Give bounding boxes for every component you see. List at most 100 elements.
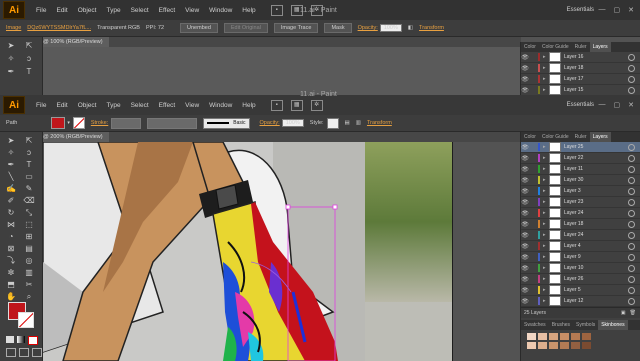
mesh-tool-icon[interactable]: ⊠ <box>4 244 18 253</box>
gradient-mode-icon[interactable] <box>17 336 25 343</box>
minimize-icon[interactable]: — <box>599 101 606 109</box>
swatch[interactable] <box>582 333 591 340</box>
layer-row[interactable]: 👁 ▸ Layer 5 <box>521 285 640 296</box>
layer-name[interactable]: Layer 18 <box>564 221 583 227</box>
lasso-icon[interactable]: ↄ <box>22 54 36 63</box>
menu-file[interactable]: File <box>31 7 51 14</box>
menu-view[interactable]: View <box>180 7 204 14</box>
pencil-tool-icon[interactable]: ✎ <box>22 184 36 193</box>
layer-row[interactable]: 👁 ▸ Layer 12 <box>521 296 640 307</box>
visibility-eye-icon[interactable]: 👁 <box>521 210 529 217</box>
layer-row[interactable]: 👁 ▸ Layer 10 <box>521 263 640 274</box>
menu-help[interactable]: Help <box>237 102 260 109</box>
pen-tool-icon[interactable]: ✒ <box>4 67 18 76</box>
tab-color-guide[interactable]: Color Guide <box>539 132 572 142</box>
layer-name[interactable]: Layer 30 <box>564 177 583 183</box>
lasso-icon[interactable]: ↄ <box>22 148 36 157</box>
scale-tool-icon[interactable]: ⤡ <box>22 208 36 217</box>
layer-name[interactable]: Layer 15 <box>564 87 583 93</box>
swatch[interactable] <box>527 333 536 340</box>
align-icon[interactable]: ▥ <box>356 120 361 126</box>
fill-dropdown-icon[interactable]: ▾ <box>67 120 70 126</box>
hand-tool-icon[interactable]: ✋ <box>4 292 18 301</box>
menu-select[interactable]: Select <box>126 7 154 14</box>
layer-row[interactable]: 👁 ▸ Layer 17 <box>521 74 640 85</box>
ctrl-filename[interactable]: DQz6WYTSSMDlrYa7fL... <box>27 25 91 31</box>
eyedropper-tool-icon[interactable]: ⤵ <box>4 256 18 265</box>
visibility-eye-icon[interactable]: 👁 <box>521 276 529 283</box>
visibility-eye-icon[interactable]: 👁 <box>521 54 529 61</box>
zoom-tool-icon[interactable]: ⌕ <box>22 292 36 301</box>
menu-edit[interactable]: Edit <box>51 7 72 14</box>
tab-color[interactable]: Color <box>521 42 539 52</box>
visibility-eye-icon[interactable]: 👁 <box>521 65 529 72</box>
target-circle-icon[interactable] <box>628 143 635 151</box>
target-circle-icon[interactable] <box>628 297 635 305</box>
layer-name[interactable]: Layer 11 <box>564 166 583 172</box>
opacity-field[interactable]: 100% <box>379 24 402 32</box>
fill-swatch[interactable] <box>51 117 66 129</box>
layer-name[interactable]: Layer 12 <box>564 298 583 304</box>
none-mode-icon[interactable] <box>28 336 38 345</box>
target-circle-icon[interactable] <box>628 286 635 294</box>
variable-width-field[interactable] <box>147 117 198 129</box>
image-trace-button[interactable]: Image Trace <box>273 23 319 33</box>
edit-original-button[interactable]: Edit Original <box>223 23 268 33</box>
artboard-tool-icon[interactable]: ⬒ <box>4 280 18 289</box>
swatch[interactable] <box>549 342 558 349</box>
layer-name[interactable]: Layer 5 <box>564 287 581 293</box>
target-circle-icon[interactable] <box>628 209 635 217</box>
layer-name[interactable]: Layer 4 <box>564 243 581 249</box>
tab-skinbones[interactable]: Skinbones <box>598 320 628 330</box>
layer-row[interactable]: 👁 ▸ Layer 23 <box>521 197 640 208</box>
maximize-icon[interactable]: ▢ <box>614 101 621 109</box>
opacity-label-front[interactable]: Opacity: <box>260 120 280 126</box>
target-circle-icon[interactable] <box>628 75 635 83</box>
target-circle-icon[interactable] <box>628 198 635 206</box>
menu-effect[interactable]: Effect <box>154 102 181 109</box>
symbol-sprayer-icon[interactable]: ✼ <box>4 268 18 277</box>
graph-tool-icon[interactable]: ▥ <box>22 268 36 277</box>
tab-symbols[interactable]: Symbols <box>573 320 598 330</box>
line-tool-icon[interactable]: ╲ <box>4 172 18 181</box>
layer-row[interactable]: 👁 ▸ Layer 22 <box>521 153 640 164</box>
minimize-icon[interactable]: — <box>599 6 606 14</box>
direct-selection-tool-icon[interactable]: ⇱ <box>22 41 36 50</box>
visibility-eye-icon[interactable]: 👁 <box>521 76 529 83</box>
tab-brushes[interactable]: Brushes <box>549 320 573 330</box>
stroke-swatch[interactable] <box>72 117 85 129</box>
transform-link[interactable]: Transform <box>419 25 444 31</box>
menu-help[interactable]: Help <box>237 7 260 14</box>
layer-name[interactable]: Layer 24 <box>564 210 583 216</box>
target-circle-icon[interactable] <box>628 264 635 272</box>
selection-tool-icon[interactable]: ➤ <box>4 41 18 50</box>
visibility-eye-icon[interactable]: 👁 <box>521 287 529 294</box>
tab-color[interactable]: Color <box>521 132 539 142</box>
target-circle-icon[interactable] <box>628 242 635 250</box>
layer-name[interactable]: Layer 22 <box>564 155 583 161</box>
tab-ruler[interactable]: Ruler <box>572 132 590 142</box>
type-tool-icon[interactable]: T <box>22 160 36 169</box>
visibility-eye-icon[interactable]: 👁 <box>521 177 529 184</box>
visibility-eye-icon[interactable]: 👁 <box>521 232 529 239</box>
swatch[interactable] <box>582 342 591 349</box>
artboard-canvas[interactable] <box>43 142 520 361</box>
type-tool-icon[interactable]: T <box>22 67 36 76</box>
mask-button[interactable]: Mask <box>324 23 352 33</box>
selection-tool-icon[interactable]: ➤ <box>4 136 18 145</box>
target-circle-icon[interactable] <box>628 154 635 162</box>
width-tool-icon[interactable]: ⋈ <box>4 220 18 229</box>
visibility-eye-icon[interactable]: 👁 <box>521 87 529 94</box>
layer-row[interactable]: 👁 ▸ Layer 24 <box>521 208 640 219</box>
style-swatch[interactable] <box>326 117 339 129</box>
swatch[interactable] <box>538 333 547 340</box>
shape-builder-icon[interactable]: ◔ <box>4 232 18 241</box>
gradient-tool-icon[interactable]: ▤ <box>22 244 36 253</box>
ctrl-label[interactable]: Image <box>6 25 21 31</box>
menu-window[interactable]: Window <box>204 7 237 14</box>
target-circle-icon[interactable] <box>628 86 635 94</box>
layer-row[interactable]: 👁 ▸ Layer 24 <box>521 230 640 241</box>
layer-name[interactable]: Layer 3 <box>564 188 581 194</box>
layer-name[interactable]: Layer 24 <box>564 232 583 238</box>
stroke-color-box[interactable] <box>18 312 34 328</box>
